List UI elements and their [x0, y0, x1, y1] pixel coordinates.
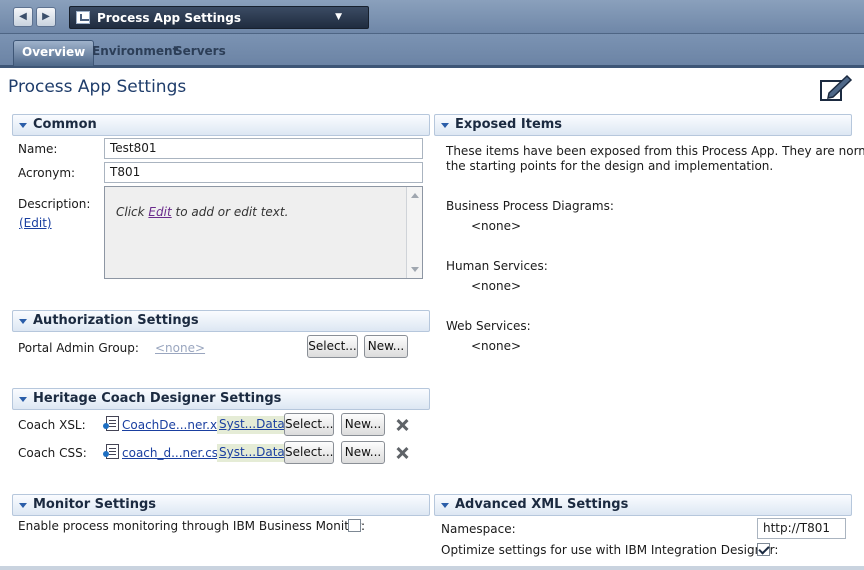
- chevron-down-icon: ▼: [335, 12, 342, 22]
- collapse-triangle-icon: [441, 123, 449, 128]
- description-textarea[interactable]: Click Edit to add or edit text.: [104, 186, 423, 279]
- forward-arrow-icon[interactable]: ▶: [36, 7, 56, 27]
- page-title: Process App Settings: [8, 77, 187, 97]
- advanced-xml-section-header[interactable]: Advanced XML Settings: [434, 494, 852, 516]
- coach-css-label: Coach CSS:: [18, 446, 87, 460]
- collapse-triangle-icon: [19, 397, 27, 402]
- exposed-intro-line1: These items have been exposed from this …: [446, 144, 864, 158]
- portal-admin-new-button[interactable]: New...: [364, 335, 408, 358]
- description-edit-link[interactable]: (Edit): [19, 216, 52, 230]
- monitor-heading: Monitor Settings: [33, 497, 157, 512]
- name-field[interactable]: Test801: [104, 138, 423, 159]
- collapse-triangle-icon: [19, 123, 27, 128]
- coach-xsl-source-link[interactable]: Syst...Data: [217, 416, 287, 434]
- acronym-field[interactable]: T801: [104, 162, 423, 183]
- heritage-section-header[interactable]: Heritage Coach Designer Settings: [12, 388, 430, 410]
- exposed-intro-line2: the starting points for the design and i…: [446, 159, 774, 173]
- namespace-label: Namespace:: [441, 522, 516, 536]
- back-arrow-icon[interactable]: ◀: [13, 7, 33, 27]
- scroll-down-icon[interactable]: [411, 267, 419, 272]
- authorization-heading: Authorization Settings: [33, 313, 199, 328]
- description-label: Description:: [18, 197, 91, 211]
- optimize-label: Optimize settings for use with IBM Integ…: [441, 543, 779, 557]
- coach-xsl-select-button[interactable]: Select...: [284, 413, 334, 436]
- web-services-label: Web Services:: [446, 319, 531, 333]
- scroll-up-icon[interactable]: [411, 193, 419, 198]
- exposed-items-section-header[interactable]: Exposed Items: [434, 114, 852, 136]
- coach-css-select-button[interactable]: Select...: [284, 441, 334, 464]
- description-inline-edit-link[interactable]: Edit: [148, 205, 171, 219]
- tab-bar: Overview Environment Servers: [0, 34, 864, 68]
- name-label: Name:: [18, 142, 58, 156]
- common-heading: Common: [33, 117, 97, 132]
- coach-xsl-label: Coach XSL:: [18, 418, 86, 432]
- portal-admin-value[interactable]: <none>: [155, 341, 205, 355]
- enable-monitoring-label: Enable process monitoring through IBM Bu…: [18, 519, 366, 533]
- enable-monitoring-checkbox[interactable]: [348, 519, 361, 532]
- description-placeholder: Click Edit to add or edit text.: [116, 205, 288, 219]
- coach-xsl-new-button[interactable]: New...: [341, 413, 385, 436]
- advanced-xml-heading: Advanced XML Settings: [455, 497, 629, 512]
- portal-admin-label: Portal Admin Group:: [18, 341, 139, 355]
- human-services-value: <none>: [471, 279, 522, 293]
- coach-xsl-file-link[interactable]: CoachDe...ner.xsl: [122, 418, 227, 432]
- bpd-label: Business Process Diagrams:: [446, 199, 614, 213]
- app-selector-label: Process App Settings: [97, 11, 241, 25]
- coach-css-source-link[interactable]: Syst...Data: [217, 444, 287, 462]
- coach-css-file-link[interactable]: coach_d...ner.css: [122, 446, 224, 460]
- remove-xsl-icon[interactable]: [395, 418, 409, 432]
- heritage-heading: Heritage Coach Designer Settings: [33, 391, 282, 406]
- css-file-icon: [103, 444, 119, 459]
- portal-admin-select-button[interactable]: Select...: [307, 335, 358, 358]
- monitor-section-header[interactable]: Monitor Settings: [12, 494, 430, 516]
- description-scrollbar[interactable]: [406, 187, 422, 278]
- bpd-value: <none>: [471, 219, 522, 233]
- coach-css-new-button[interactable]: New...: [341, 441, 385, 464]
- collapse-triangle-icon: [19, 503, 27, 508]
- namespace-field[interactable]: http://T801: [757, 518, 846, 539]
- tab-overview[interactable]: Overview: [13, 40, 95, 66]
- collapse-triangle-icon: [19, 319, 27, 324]
- bottom-border: [0, 566, 864, 570]
- web-services-value: <none>: [471, 339, 522, 353]
- description-prefix: Click: [116, 205, 149, 219]
- authorization-section-header[interactable]: Authorization Settings: [12, 310, 430, 332]
- acronym-label: Acronym:: [18, 166, 76, 180]
- top-toolbar: ◀ ▶ Process App Settings ▼: [0, 0, 864, 34]
- tab-servers[interactable]: Servers: [166, 40, 234, 66]
- description-suffix: to add or edit text.: [171, 205, 289, 219]
- collapse-triangle-icon: [441, 503, 449, 508]
- exposed-items-heading: Exposed Items: [455, 117, 563, 132]
- optimize-checkbox[interactable]: [757, 543, 770, 556]
- process-app-icon: [76, 11, 90, 24]
- remove-css-icon[interactable]: [395, 446, 409, 460]
- human-services-label: Human Services:: [446, 259, 548, 273]
- common-section-header[interactable]: Common: [12, 114, 430, 136]
- edit-pencil-icon[interactable]: [819, 73, 853, 103]
- app-selector-dropdown[interactable]: Process App Settings ▼: [69, 6, 369, 29]
- xsl-file-icon: [103, 416, 119, 431]
